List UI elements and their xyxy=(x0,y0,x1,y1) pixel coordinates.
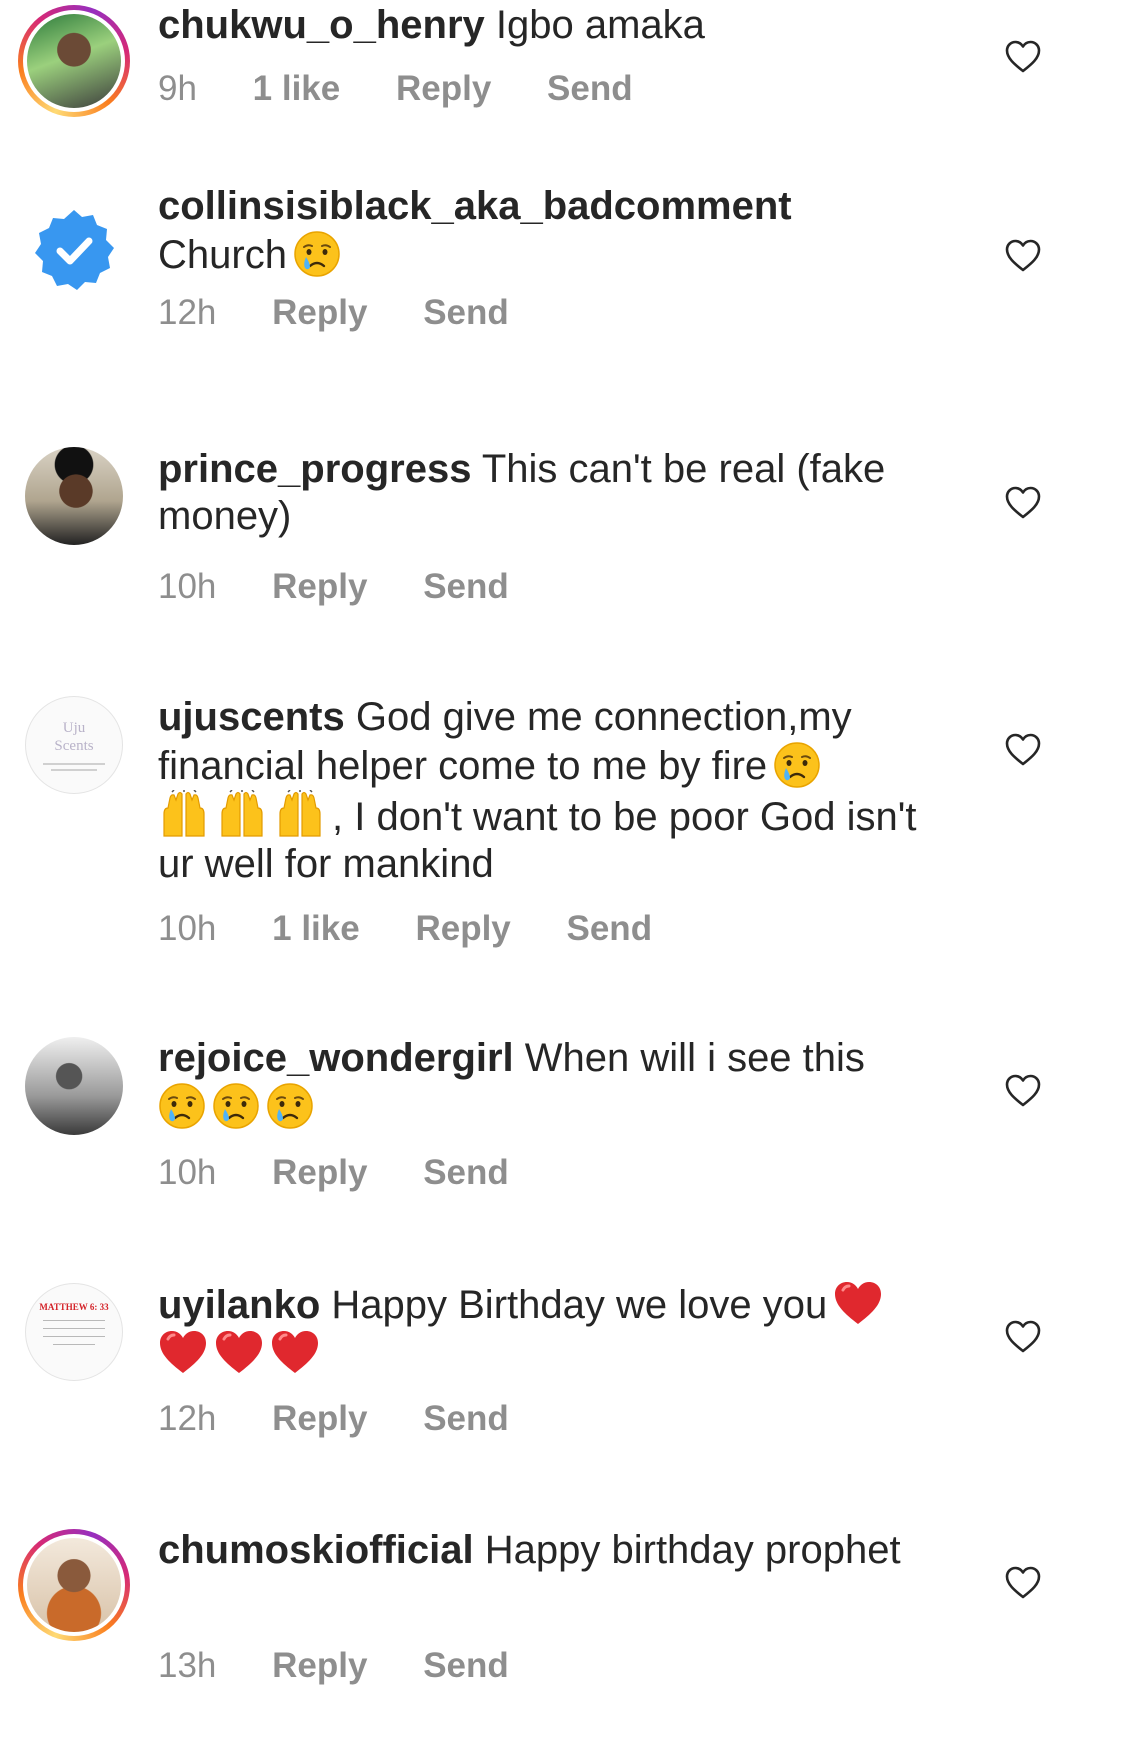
comment-likes[interactable]: 1 like xyxy=(272,909,360,949)
avatar[interactable]: Uju Scents xyxy=(18,689,130,801)
avatar[interactable] xyxy=(18,194,130,306)
comment-meta: 13h Reply Send xyxy=(158,1646,555,1686)
comment-text: ujuscents God give me connection,my fina… xyxy=(158,694,948,888)
avatar[interactable] xyxy=(18,1529,130,1641)
send-button[interactable]: Send xyxy=(423,567,509,607)
crying-face-emoji xyxy=(266,1082,314,1130)
crying-face-emoji xyxy=(293,230,341,278)
avatar-photo xyxy=(27,1538,121,1632)
comment-body: When will i see this xyxy=(524,1036,865,1080)
send-button[interactable]: Send xyxy=(423,1646,509,1686)
comment-time: 10h xyxy=(158,909,217,948)
red-heart-emoji xyxy=(214,1329,264,1375)
comment-meta: 10h Reply Send xyxy=(158,567,555,607)
comment-username[interactable]: collinsisiblack_aka_badcomment xyxy=(158,183,948,230)
avatar[interactable]: MATTHEW 6: 33 xyxy=(18,1276,130,1388)
avatar-logo-text: MATTHEW 6: 33 xyxy=(39,1302,109,1312)
comment-time: 10h xyxy=(158,1153,217,1192)
heart-outline-icon[interactable] xyxy=(1005,40,1041,74)
red-heart-emoji xyxy=(833,1280,883,1326)
reply-button[interactable]: Reply xyxy=(396,69,491,109)
send-button[interactable]: Send xyxy=(423,293,509,333)
raised-hands-emoji xyxy=(274,790,326,840)
comment-time: 13h xyxy=(158,1646,217,1685)
comment-body: Happy birthday prophet xyxy=(484,1528,901,1572)
avatar-photo: MATTHEW 6: 33 xyxy=(25,1283,123,1381)
comment-body: Igbo amaka xyxy=(495,3,705,47)
comment-text: chukwu_o_henry Igbo amaka xyxy=(158,2,948,49)
avatar-photo xyxy=(25,447,123,545)
comment-body: Happy Birthday we love you xyxy=(331,1283,828,1327)
comment-time: 12h xyxy=(158,293,217,332)
send-button[interactable]: Send xyxy=(547,69,633,109)
reply-button[interactable]: Reply xyxy=(272,567,367,607)
comment-username[interactable]: chukwu_o_henry xyxy=(158,3,485,47)
comment-meta: 10h 1 like Reply Send xyxy=(158,909,698,949)
crying-face-emoji xyxy=(158,1082,206,1130)
comment-username[interactable]: prince_progress xyxy=(158,447,471,491)
comment-time: 10h xyxy=(158,567,217,606)
comment-meta: 12h Reply Send xyxy=(158,1399,555,1439)
heart-outline-icon[interactable] xyxy=(1005,486,1041,520)
comment-username[interactable]: ujuscents xyxy=(158,695,345,739)
comment-username[interactable]: chumoskiofficial xyxy=(158,1528,474,1572)
crying-face-emoji xyxy=(773,741,821,789)
heart-outline-icon[interactable] xyxy=(1005,733,1041,767)
raised-hands-emoji xyxy=(158,790,210,840)
reply-button[interactable]: Reply xyxy=(272,1646,367,1686)
reply-button[interactable]: Reply xyxy=(272,293,367,333)
raised-hands-emoji xyxy=(216,790,268,840)
verified-badge-icon xyxy=(35,210,114,290)
send-button[interactable]: Send xyxy=(423,1153,509,1193)
comment-meta: 9h 1 like Reply Send xyxy=(158,69,679,109)
comment-likes[interactable]: 1 like xyxy=(253,69,341,109)
crying-face-emoji xyxy=(212,1082,260,1130)
red-heart-emoji xyxy=(158,1329,208,1375)
reply-button[interactable]: Reply xyxy=(272,1399,367,1439)
heart-outline-icon[interactable] xyxy=(1005,1074,1041,1108)
heart-outline-icon[interactable] xyxy=(1005,1320,1041,1354)
avatar-logo-text: Uju Scents xyxy=(54,720,94,754)
avatar-photo xyxy=(25,1037,123,1135)
avatar[interactable] xyxy=(18,1030,130,1142)
comment-body: Church xyxy=(158,233,287,277)
comment-text: chumoskiofficial Happy birthday prophet xyxy=(158,1527,948,1574)
send-button[interactable]: Send xyxy=(423,1399,509,1439)
comment-text: prince_progress This can't be real (fake… xyxy=(158,446,948,540)
comment-meta: 10h Reply Send xyxy=(158,1153,555,1193)
send-button[interactable]: Send xyxy=(567,909,653,949)
comment-meta: 12h Reply Send xyxy=(158,293,555,333)
comment-time: 9h xyxy=(158,69,197,108)
avatar-photo: Uju Scents xyxy=(25,696,123,794)
comment-body-continued: , I don't want to be poor God isn't ur w… xyxy=(158,795,917,886)
comment-text: rejoice_wondergirl When will i see this xyxy=(158,1035,948,1131)
comment-username[interactable]: uyilanko xyxy=(158,1283,320,1327)
red-heart-emoji xyxy=(270,1329,320,1375)
comment-username[interactable]: rejoice_wondergirl xyxy=(158,1036,514,1080)
comment-time: 12h xyxy=(158,1399,217,1438)
heart-outline-icon[interactable] xyxy=(1005,239,1041,273)
comment-text: uyilanko Happy Birthday we love you xyxy=(158,1280,948,1378)
avatar[interactable] xyxy=(18,440,130,552)
avatar-photo xyxy=(27,14,121,108)
comment-text: collinsisiblack_aka_badcomment Church xyxy=(158,183,948,279)
heart-outline-icon[interactable] xyxy=(1005,1566,1041,1600)
reply-button[interactable]: Reply xyxy=(415,909,510,949)
reply-button[interactable]: Reply xyxy=(272,1153,367,1193)
avatar-photo xyxy=(25,201,123,299)
avatar[interactable] xyxy=(18,5,130,117)
